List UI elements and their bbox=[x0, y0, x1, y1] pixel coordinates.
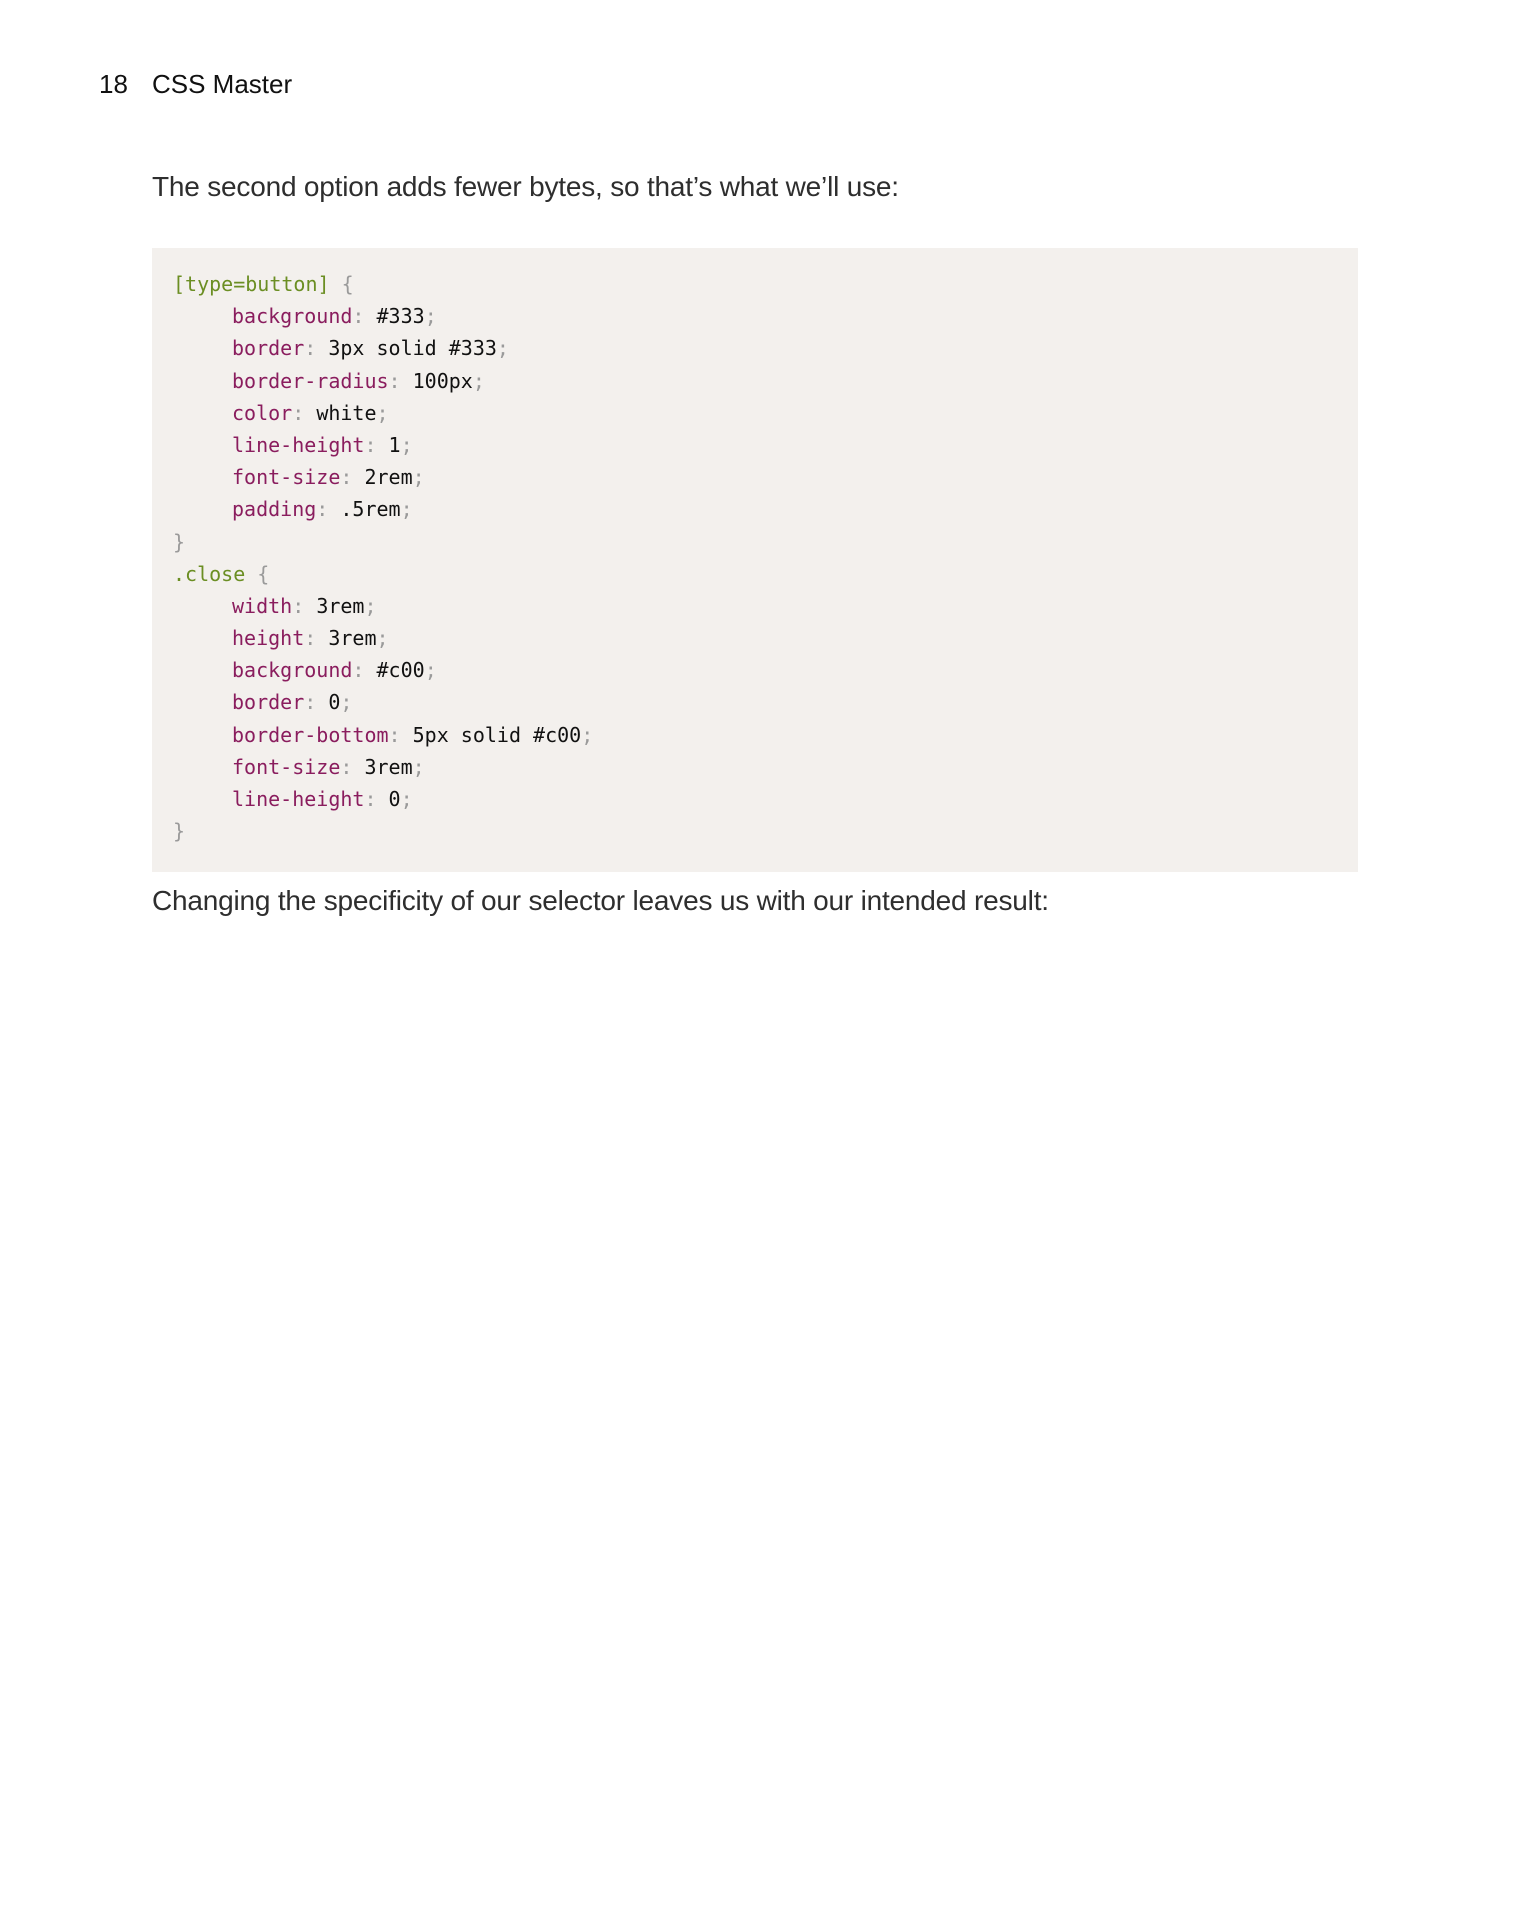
semicolon: ; bbox=[581, 722, 594, 747]
css-property: border-radius bbox=[232, 368, 389, 393]
css-property: height bbox=[232, 626, 305, 651]
colon: : bbox=[340, 754, 365, 779]
css-property: border bbox=[232, 336, 305, 361]
semicolon: ; bbox=[496, 336, 509, 361]
code-line-declaration: width: 3rem; bbox=[173, 590, 1358, 622]
code-line-close: } bbox=[173, 815, 1358, 847]
css-value: 3rem bbox=[328, 626, 377, 651]
colon: : bbox=[292, 593, 317, 618]
code-line-declaration: border-radius: 100px; bbox=[173, 365, 1358, 397]
open-brace: { bbox=[329, 272, 354, 296]
colon: : bbox=[364, 787, 389, 811]
code-line-declaration: height: 3rem; bbox=[173, 622, 1358, 654]
colon: : bbox=[352, 304, 377, 329]
semicolon: ; bbox=[424, 304, 437, 329]
css-selector: .close bbox=[173, 561, 246, 586]
colon: : bbox=[364, 432, 389, 457]
css-property: font-size bbox=[232, 465, 341, 490]
code-line-declaration: border: 0; bbox=[173, 686, 1358, 718]
css-value: 1 bbox=[388, 432, 401, 457]
semicolon: ; bbox=[424, 658, 437, 683]
semicolon: ; bbox=[472, 368, 485, 393]
css-property: line-height bbox=[232, 432, 365, 457]
css-value: 0 bbox=[388, 787, 401, 811]
close-brace: } bbox=[173, 819, 186, 844]
colon: : bbox=[388, 722, 413, 747]
code-line-declaration: border-bottom: 5px solid #c00; bbox=[173, 719, 1358, 751]
css-value: 3rem bbox=[364, 754, 413, 779]
intro-paragraph: The second option adds fewer bytes, so t… bbox=[152, 171, 899, 202]
code-line-declaration: line-height: 0; bbox=[173, 783, 1358, 815]
semicolon: ; bbox=[400, 497, 413, 522]
result-paragraph: Changing the specificity of our selector… bbox=[152, 885, 1049, 916]
colon: : bbox=[304, 336, 329, 361]
code-line-close: } bbox=[173, 526, 1358, 558]
css-property: font-size bbox=[232, 754, 341, 779]
code-line-declaration: font-size: 3rem; bbox=[173, 751, 1358, 783]
semicolon: ; bbox=[400, 432, 413, 457]
css-property: border bbox=[232, 690, 305, 715]
css-property: background bbox=[232, 658, 353, 683]
css-value: .5rem bbox=[340, 497, 401, 522]
css-property: line-height bbox=[232, 787, 365, 811]
css-value: #333 bbox=[376, 304, 425, 329]
page-number: 18 bbox=[99, 69, 128, 99]
code-line-selector: .close { bbox=[173, 558, 1358, 590]
semicolon: ; bbox=[400, 787, 413, 811]
code-line-selector: [type=button] { bbox=[173, 268, 1358, 300]
colon: : bbox=[340, 465, 365, 490]
semicolon: ; bbox=[340, 690, 353, 715]
semicolon: ; bbox=[412, 754, 425, 779]
code-line-declaration: padding: .5rem; bbox=[173, 493, 1358, 525]
css-value: 3px solid #333 bbox=[328, 336, 497, 361]
css-value: #c00 bbox=[376, 658, 425, 683]
code-line-declaration: line-height: 1; bbox=[173, 429, 1358, 461]
colon: : bbox=[352, 658, 377, 683]
semicolon: ; bbox=[376, 400, 389, 425]
running-header: 18 CSS Master bbox=[99, 66, 292, 102]
css-value: 2rem bbox=[364, 465, 413, 490]
css-property: padding bbox=[232, 497, 317, 522]
semicolon: ; bbox=[412, 465, 425, 490]
code-line-declaration: font-size: 2rem; bbox=[173, 461, 1358, 493]
css-property: border-bottom bbox=[232, 722, 389, 747]
code-line-declaration: background: #333; bbox=[173, 300, 1358, 332]
open-brace: { bbox=[245, 561, 270, 586]
css-property: color bbox=[232, 400, 293, 425]
code-block: [type=button] {background: #333; border: … bbox=[152, 248, 1358, 872]
css-value: 0 bbox=[328, 690, 341, 715]
css-property: width bbox=[232, 593, 293, 618]
colon: : bbox=[292, 400, 317, 425]
book-title: CSS Master bbox=[152, 69, 293, 99]
css-property: background bbox=[232, 304, 353, 329]
css-value: 5px solid #c00 bbox=[412, 722, 582, 747]
code-line-declaration: background: #c00; bbox=[173, 654, 1358, 686]
css-value: white bbox=[316, 400, 377, 425]
css-value: 100px bbox=[412, 368, 473, 393]
code-line-declaration: border: 3px solid #333; bbox=[173, 332, 1358, 364]
css-selector: [type=button] bbox=[173, 272, 330, 296]
code-line-declaration: color: white; bbox=[173, 397, 1358, 429]
semicolon: ; bbox=[364, 593, 377, 618]
colon: : bbox=[304, 690, 329, 715]
close-brace: } bbox=[173, 529, 186, 554]
colon: : bbox=[304, 626, 329, 651]
css-value: 3rem bbox=[316, 593, 365, 618]
colon: : bbox=[316, 497, 341, 522]
colon: : bbox=[388, 368, 413, 393]
semicolon: ; bbox=[376, 626, 389, 651]
